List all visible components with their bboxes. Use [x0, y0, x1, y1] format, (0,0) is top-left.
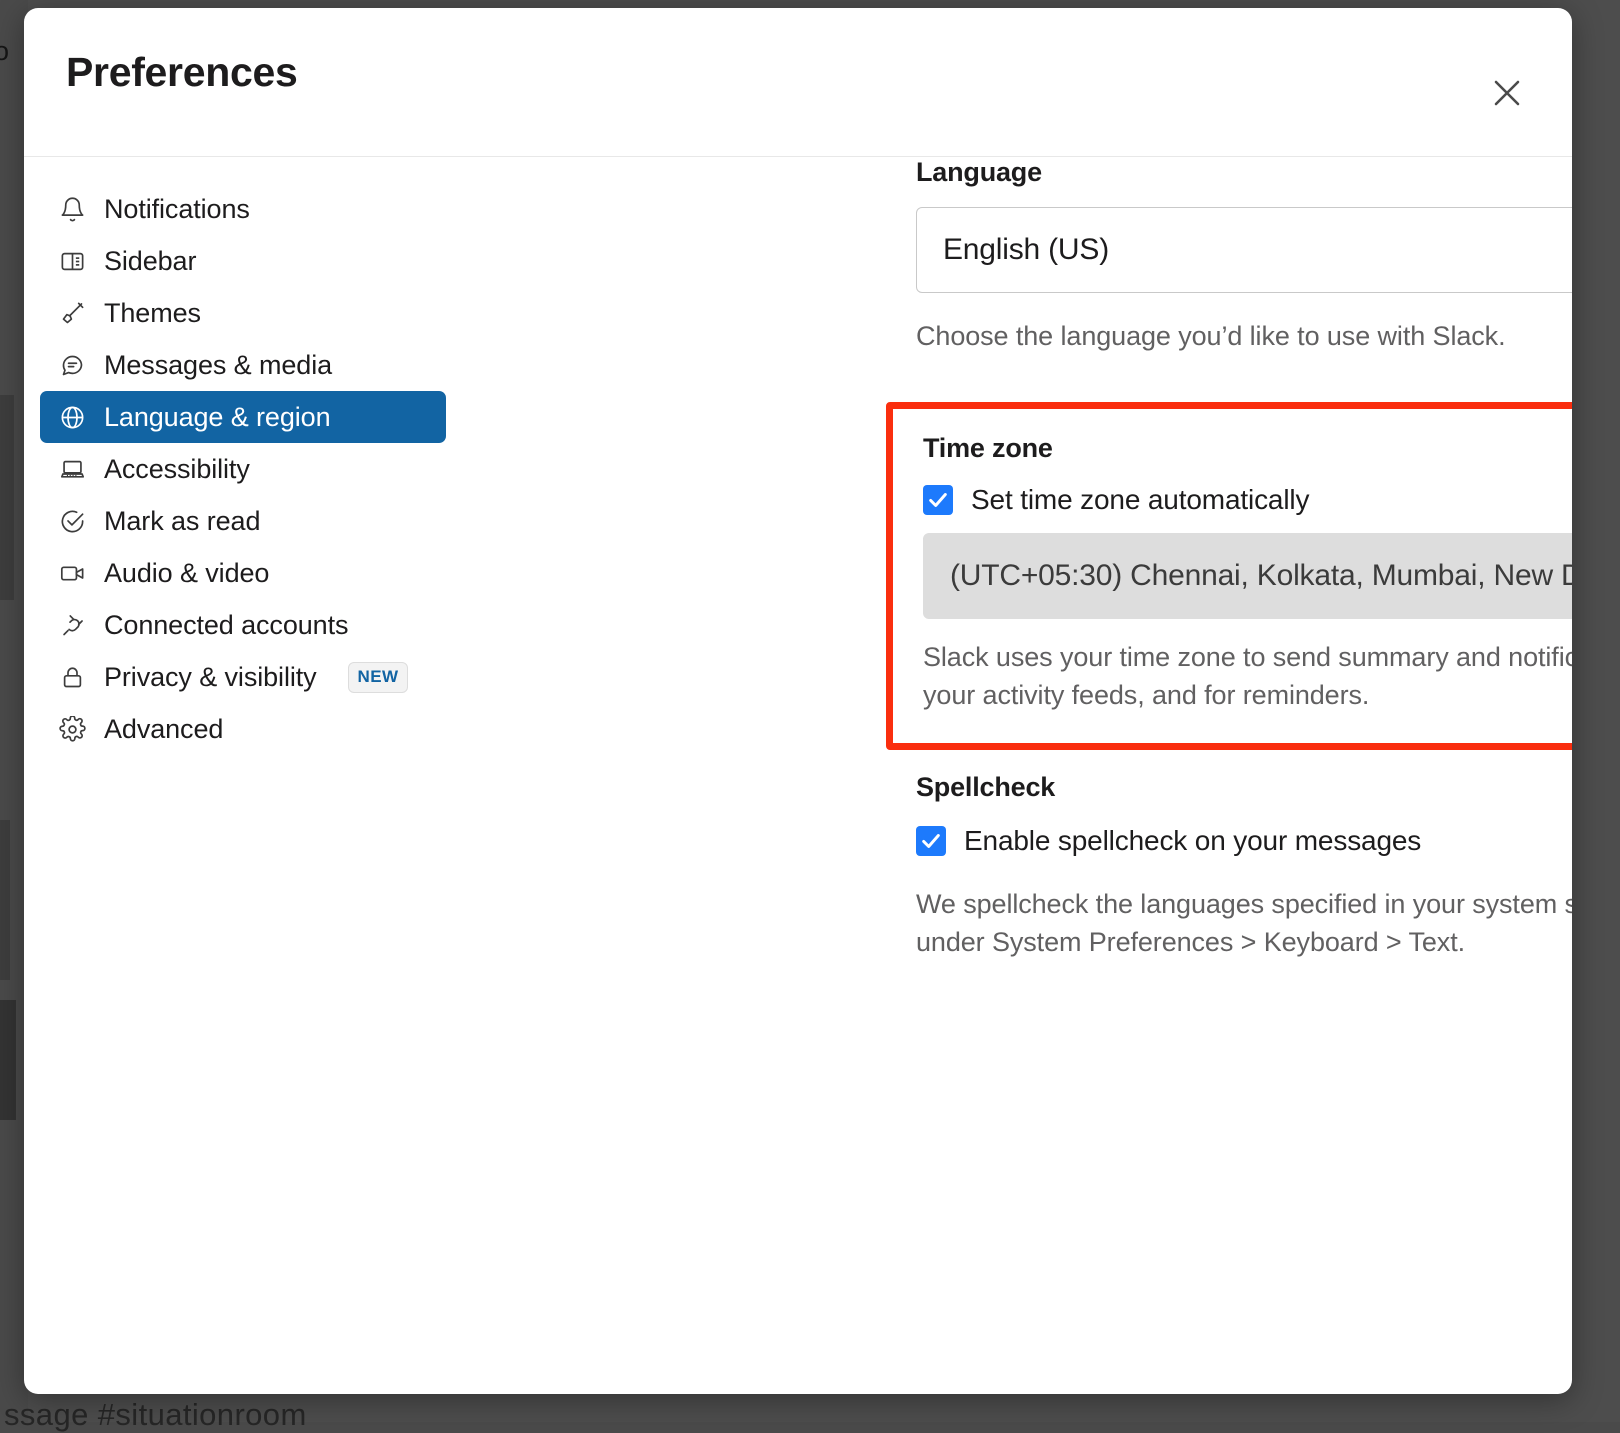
spellcheck-heading: Spellcheck [916, 772, 1056, 802]
close-icon [1489, 75, 1525, 111]
preferences-dialog: Preferences Notifications Sidebar Themes… [24, 8, 1572, 1394]
backdrop-decoration-bar [0, 395, 14, 600]
close-button[interactable] [1484, 70, 1530, 116]
plug-icon [57, 610, 87, 640]
timezone-heading: Time zone [923, 433, 1053, 463]
sidebar-item-advanced[interactable]: Advanced [40, 703, 446, 755]
language-select[interactable]: English (US) [916, 207, 1572, 293]
sidebar-item-audio-video[interactable]: Audio & video [40, 547, 446, 599]
sidebar-item-notifications[interactable]: Notifications [40, 183, 446, 235]
sidebar-icon [57, 246, 87, 276]
dialog-header: Preferences [24, 8, 1572, 157]
timezone-select: (UTC+05:30) Chennai, Kolkata, Mumbai, Ne… [923, 533, 1572, 619]
sidebar-item-label: Audio & video [104, 557, 270, 588]
spellcheck-enable-checkbox-row[interactable]: Enable spellcheck on your messages [916, 825, 1572, 857]
timezone-help-text: Slack uses your time zone to send summar… [923, 642, 1572, 711]
backdrop-decoration-bar [0, 1000, 16, 1120]
globe-icon [57, 402, 87, 432]
sidebar-item-label: Accessibility [104, 453, 250, 484]
preferences-content: Language English (US) Choose the languag… [462, 157, 1572, 1394]
sidebar-item-language-region[interactable]: Language & region [40, 391, 446, 443]
check-circle-icon [57, 506, 87, 536]
sidebar-item-privacy-visibility[interactable]: Privacy & visibility NEW [40, 651, 446, 703]
sidebar-item-label: Messages & media [104, 349, 333, 380]
timezone-auto-checkbox-row[interactable]: Set time zone automatically [923, 484, 1572, 516]
status-badge: NEW [347, 661, 409, 693]
sidebar-item-messages-media[interactable]: Messages & media [40, 339, 446, 391]
sidebar-item-label: Notifications [104, 193, 250, 224]
gear-icon [57, 714, 87, 744]
spellcheck-enable-checkbox-label: Enable spellcheck on your messages [964, 825, 1422, 856]
preferences-sidebar: Notifications Sidebar Themes Messages & … [24, 157, 462, 1394]
language-help-text: Choose the language you’d like to use wi… [916, 321, 1506, 351]
bell-icon [57, 194, 87, 224]
lock-icon [57, 662, 87, 692]
page-title: Preferences [66, 49, 298, 95]
sidebar-item-mark-as-read[interactable]: Mark as read [40, 495, 446, 547]
timezone-auto-checkbox-label: Set time zone automatically [971, 484, 1310, 515]
dialog-body: Notifications Sidebar Themes Messages & … [24, 157, 1572, 1394]
backdrop-partial-glyph: o [0, 36, 10, 66]
timezone-select-value: (UTC+05:30) Chennai, Kolkata, Mumbai, Ne… [950, 559, 1572, 592]
sidebar-item-label: Language & region [104, 401, 331, 432]
sidebar-item-label: Privacy & visibility [104, 661, 317, 692]
sidebar-item-label: Mark as read [104, 505, 261, 536]
timezone-section-highlighted: Time zone Set time zone automatically (U… [886, 402, 1572, 750]
backdrop-decoration-bar [0, 820, 10, 980]
checkbox-checked-icon[interactable] [916, 826, 946, 856]
spellcheck-help-text: We spellcheck the languages specified in… [916, 889, 1572, 958]
sidebar-item-label: Sidebar [104, 245, 197, 276]
sidebar-item-accessibility[interactable]: Accessibility [40, 443, 446, 495]
sidebar-item-connected-accounts[interactable]: Connected accounts [40, 599, 446, 651]
backdrop-partial-channel-text: ssage #situationroom [4, 1397, 307, 1432]
language-heading: Language [916, 157, 1042, 187]
checkbox-checked-icon[interactable] [923, 485, 953, 515]
sidebar-item-label: Themes [104, 297, 201, 328]
sidebar-item-label: Connected accounts [104, 609, 349, 640]
language-select-value: English (US) [943, 233, 1109, 266]
paintbrush-icon [57, 298, 87, 328]
sidebar-item-label: Advanced [104, 713, 224, 744]
language-section: Language English (US) Choose the languag… [916, 157, 1572, 355]
sidebar-item-sidebar[interactable]: Sidebar [40, 235, 446, 287]
laptop-icon [57, 454, 87, 484]
message-icon [57, 350, 87, 380]
spellcheck-section: Spellcheck Enable spellcheck on your mes… [916, 772, 1572, 962]
sidebar-item-themes[interactable]: Themes [40, 287, 446, 339]
video-camera-icon [57, 558, 87, 588]
